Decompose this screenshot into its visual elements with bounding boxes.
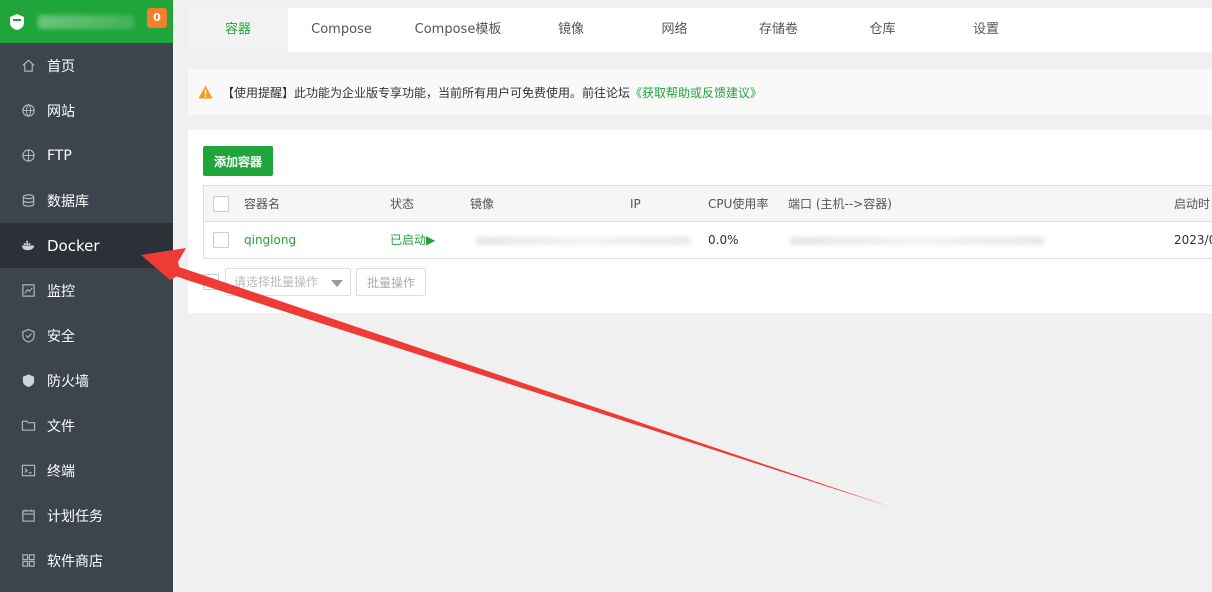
sidebar-item-firewall[interactable]: 防火墙: [0, 358, 173, 403]
brand-header: 0: [0, 0, 173, 43]
docker-icon: [20, 238, 36, 254]
sidebar-item-label: 监控: [47, 283, 75, 300]
sidebar-item-label: 文件: [47, 418, 75, 435]
add-container-button[interactable]: 添加容器: [203, 146, 273, 176]
monitor-icon: [20, 283, 36, 299]
sidebar-item-website[interactable]: 网站: [0, 88, 173, 133]
ports-blurred: [789, 237, 1044, 245]
batch-checkbox[interactable]: [203, 274, 219, 290]
notice-text: 【使用提醒】此功能为企业版专享功能，当前所有用户可免费使用。前往论坛: [222, 85, 631, 100]
terminal-icon: [20, 463, 36, 479]
folder-icon: [20, 418, 36, 434]
column-started[interactable]: 启动时: [1174, 186, 1210, 222]
started-time: 2023/0: [1174, 233, 1212, 247]
sidebar: 0 首页 网站 FTP 数据库 Docker 监控 安全 防火墙 文件 终端 计…: [0, 0, 173, 592]
home-icon: [20, 58, 36, 74]
sidebar-item-terminal[interactable]: 终端: [0, 448, 173, 493]
table-header: 容器名 状态 镜像 IP CPU使用率 端口 (主机-->容器) 启动时: [204, 186, 1212, 222]
sidebar-item-database[interactable]: 数据库: [0, 178, 173, 223]
column-ip[interactable]: IP: [630, 186, 641, 222]
docker-tabs: 容器 Compose Compose模板 镜像 网络 存储卷 仓库 设置: [188, 8, 1212, 52]
batch-actions: 请选择批量操作 批量操作: [203, 268, 426, 296]
column-status[interactable]: 状态: [390, 186, 414, 222]
sidebar-item-label: 首页: [47, 58, 75, 75]
shield-icon: [20, 328, 36, 344]
tab-containers[interactable]: 容器: [188, 8, 288, 52]
sidebar-item-label: 防火墙: [47, 373, 89, 390]
batch-operate-button[interactable]: 批量操作: [356, 268, 426, 296]
sidebar-nav: 首页 网站 FTP 数据库 Docker 监控 安全 防火墙 文件 终端 计划任…: [0, 43, 173, 583]
sidebar-item-cron[interactable]: 计划任务: [0, 493, 173, 538]
calendar-icon: [20, 508, 36, 524]
sidebar-item-ftp[interactable]: FTP: [0, 133, 173, 178]
help-feedback-link[interactable]: 《获取帮助或反馈建议》: [630, 84, 762, 101]
tab-images[interactable]: 镜像: [521, 8, 621, 52]
apps-icon: [20, 553, 36, 569]
image-blurred: [476, 237, 691, 245]
status-running[interactable]: 已启动▶: [390, 222, 435, 258]
row-checkbox[interactable]: [213, 232, 229, 248]
table-row: qinglong 已启动▶ 0.0% 2023/0: [204, 222, 1212, 258]
sidebar-item-home[interactable]: 首页: [0, 43, 173, 88]
tab-registry[interactable]: 仓库: [829, 8, 936, 52]
sidebar-item-files[interactable]: 文件: [0, 403, 173, 448]
containers-table: 容器名 状态 镜像 IP CPU使用率 端口 (主机-->容器) 启动时 qin…: [203, 185, 1212, 259]
chevron-down-icon: [331, 280, 343, 287]
sidebar-item-label: Docker: [47, 236, 100, 255]
column-cpu[interactable]: CPU使用率: [708, 186, 768, 222]
tab-compose-template[interactable]: Compose模板: [395, 8, 521, 52]
sidebar-item-label: 数据库: [47, 193, 89, 210]
column-name[interactable]: 容器名: [244, 186, 280, 222]
warning-icon: [198, 85, 213, 99]
sidebar-item-app-store[interactable]: 软件商店: [0, 538, 173, 583]
sidebar-item-label: 安全: [47, 328, 75, 345]
database-icon: [20, 193, 36, 209]
batch-select-placeholder: 请选择批量操作: [234, 275, 319, 289]
column-image[interactable]: 镜像: [470, 186, 494, 222]
firewall-icon: [20, 373, 36, 389]
usage-notice: 【使用提醒】此功能为企业版专享功能，当前所有用户可免费使用。前往论坛 《获取帮助…: [188, 69, 1212, 115]
select-all-checkbox[interactable]: [213, 196, 229, 212]
sidebar-item-label: 网站: [47, 103, 75, 120]
server-name-blurred: [38, 14, 134, 29]
notification-badge[interactable]: 0: [147, 8, 167, 28]
tab-compose[interactable]: Compose: [288, 8, 395, 52]
sidebar-item-label: 计划任务: [47, 508, 103, 525]
batch-select[interactable]: 请选择批量操作: [225, 268, 351, 296]
sidebar-item-security[interactable]: 安全: [0, 313, 173, 358]
cpu-usage: 0.0%: [708, 233, 739, 247]
sidebar-item-monitor[interactable]: 监控: [0, 268, 173, 313]
ftp-icon: [20, 148, 36, 164]
logo-icon: [8, 13, 26, 31]
containers-panel: 添加容器 容器名 状态 镜像 IP CPU使用率 端口 (主机-->容器) 启动…: [188, 130, 1212, 313]
sidebar-item-label: FTP: [47, 147, 72, 164]
container-name-link[interactable]: qinglong: [244, 222, 296, 258]
sidebar-item-label: 软件商店: [47, 553, 103, 570]
sidebar-item-label: 终端: [47, 463, 75, 480]
tab-volumes[interactable]: 存储卷: [728, 8, 829, 52]
column-ports[interactable]: 端口 (主机-->容器): [788, 186, 892, 222]
sidebar-item-docker[interactable]: Docker: [0, 223, 173, 268]
tab-settings[interactable]: 设置: [936, 8, 1036, 52]
globe-icon: [20, 103, 36, 119]
tab-network[interactable]: 网络: [621, 8, 728, 52]
